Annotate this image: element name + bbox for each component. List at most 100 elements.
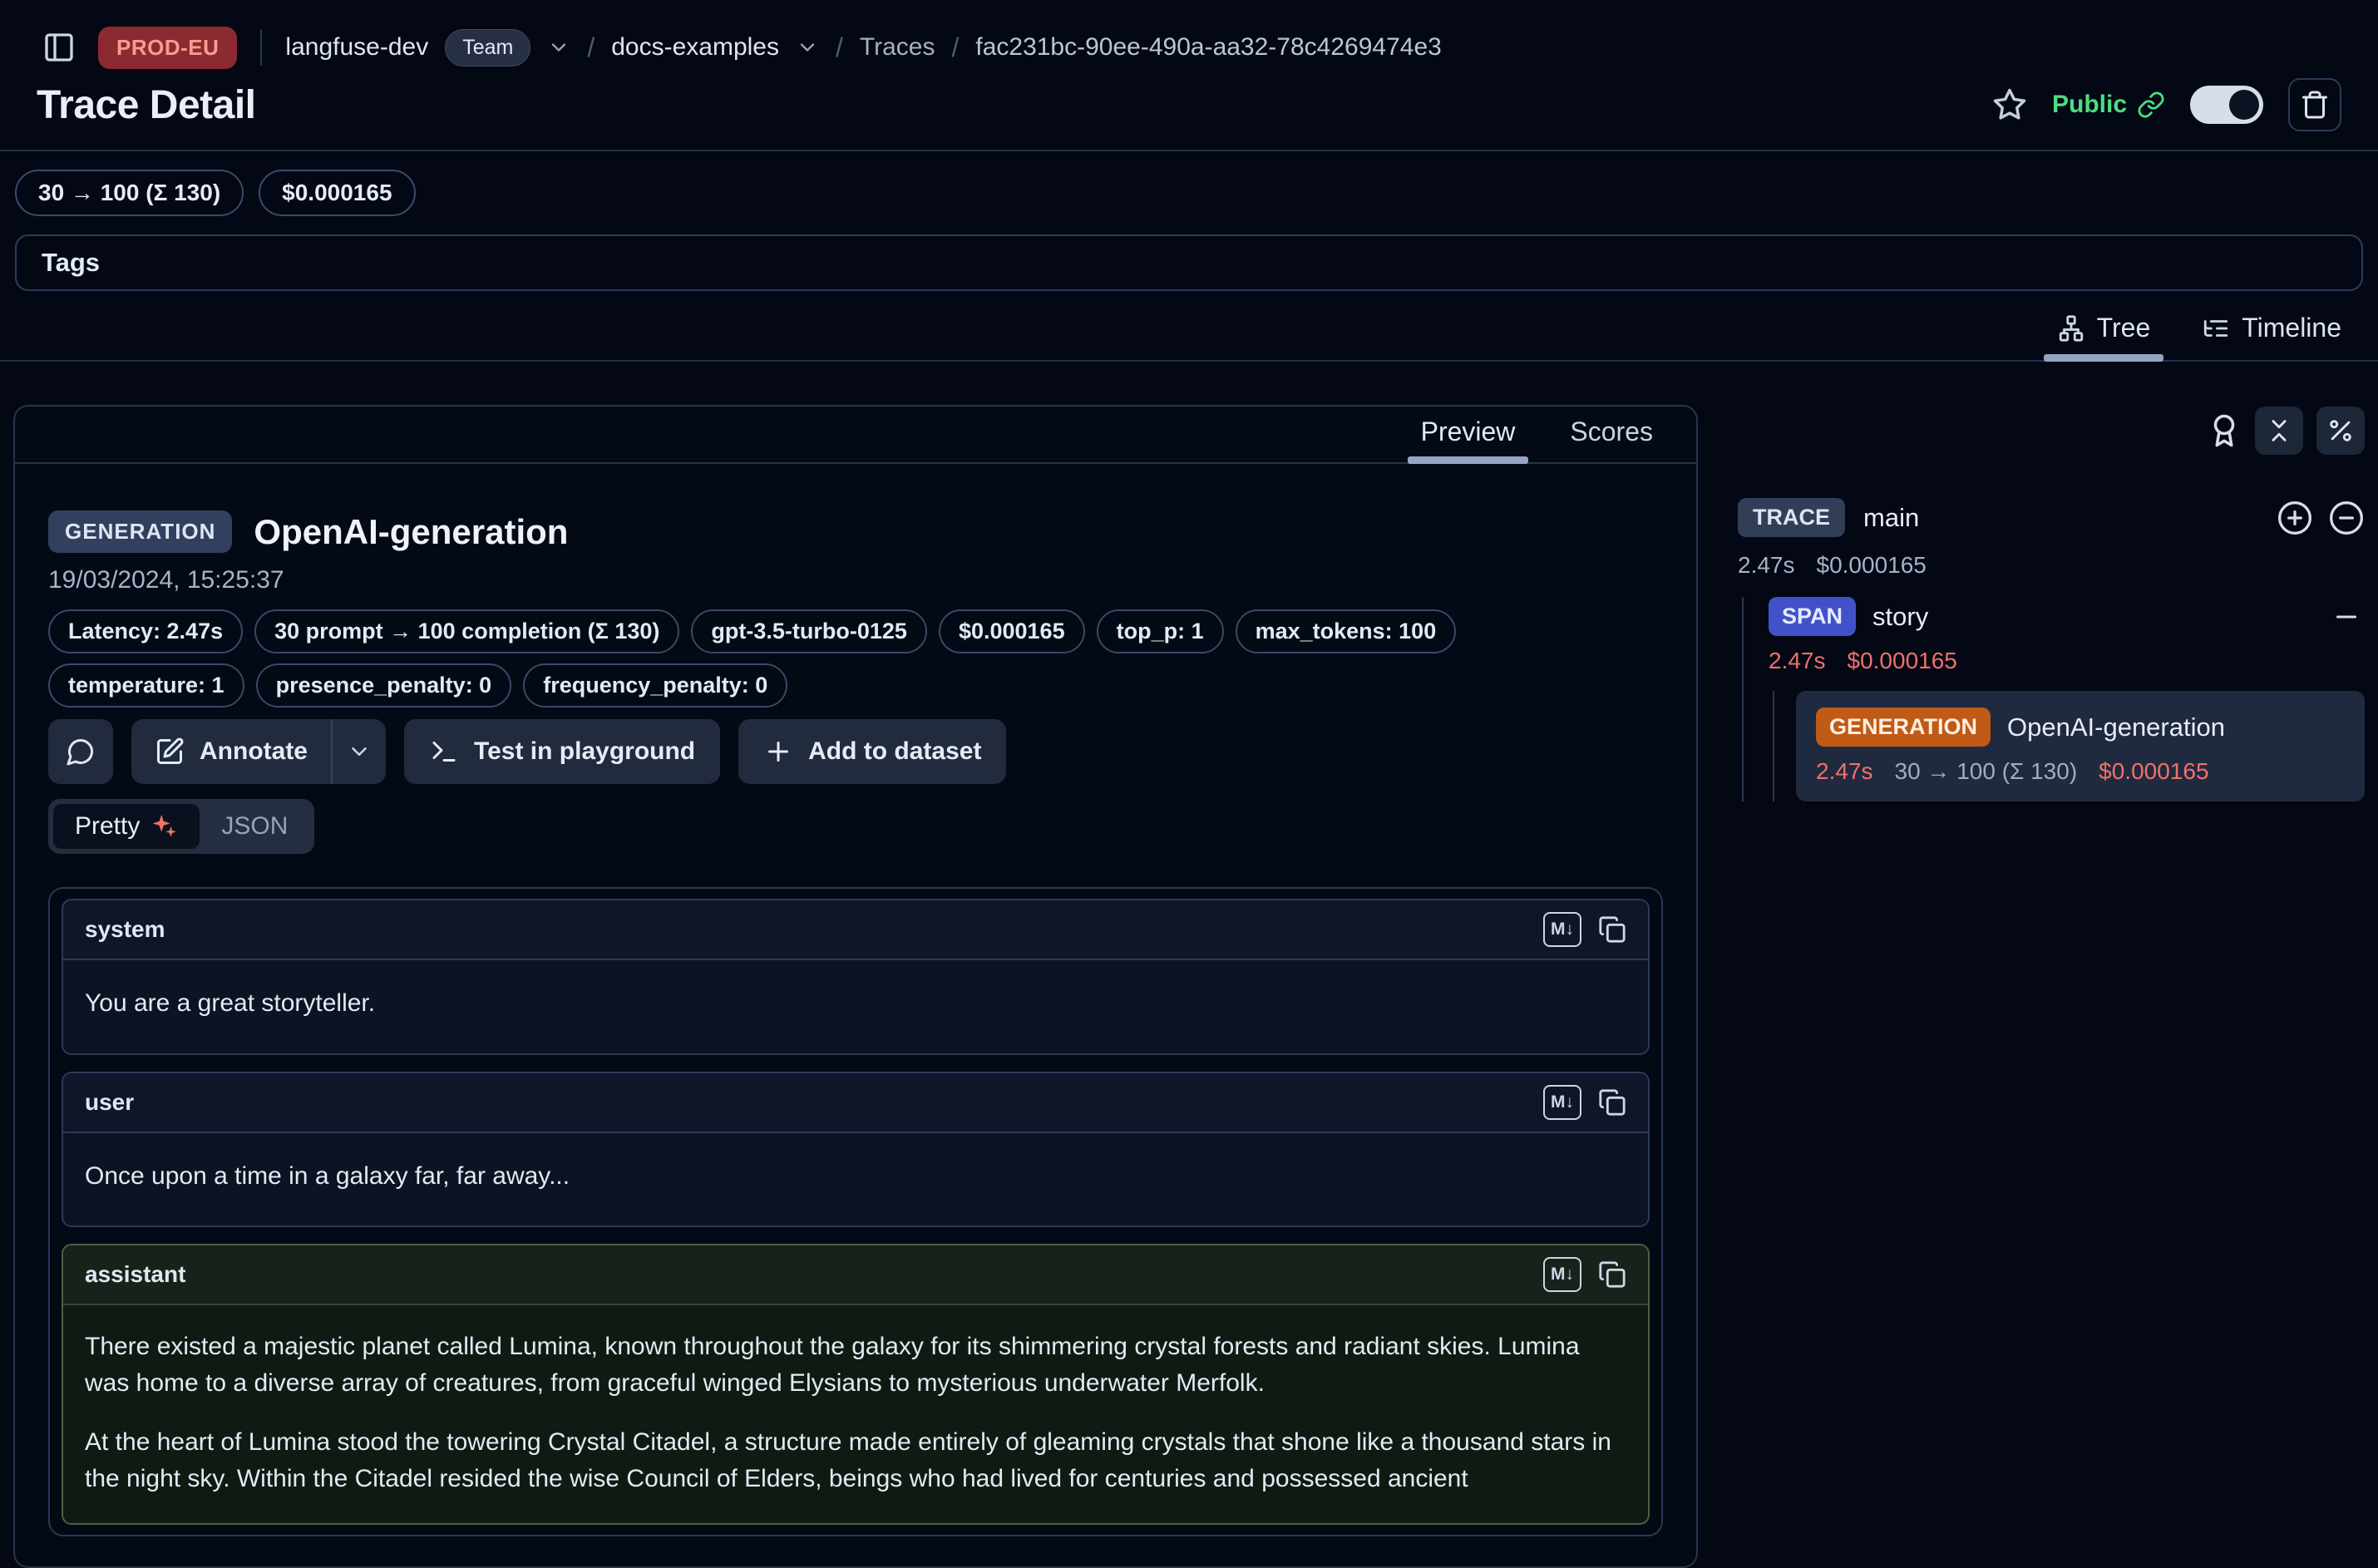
delete-trace-button[interactable] [2288,78,2341,131]
model-badge[interactable]: gpt-3.5-turbo-0125 [691,609,927,653]
trace-cost: $0.000165 [1817,552,1927,579]
cost-badge: $0.000165 [939,609,1085,653]
page-title: Trace Detail [37,82,255,128]
plus-icon [763,737,793,767]
collapse-node-button[interactable] [2331,602,2361,632]
message-header: assistant M↓ [63,1245,1648,1305]
message-role: assistant [85,1261,185,1288]
message-header: system M↓ [63,900,1648,960]
format-json-option[interactable]: JSON [200,804,309,849]
scores-award-button[interactable] [2207,413,2242,448]
comment-icon [66,737,96,767]
message-user: user M↓ Once upon a time in a galaxy far… [62,1072,1650,1228]
generation-cost: $0.000165 [2099,758,2208,785]
terminal-icon [429,737,459,767]
format-pretty-option[interactable]: Pretty [53,804,200,849]
message-header: user M↓ [63,1073,1648,1133]
tree-node-span[interactable]: SPAN story [1744,597,2365,636]
org-chevron-down-icon[interactable] [547,36,570,59]
tab-scores[interactable]: Scores [1548,407,1675,462]
trace-detail-page: PROD-EU langfuse-dev Team / docs-example… [0,0,2378,1568]
span-metrics: 2.47s $0.000165 [1744,648,2365,674]
tree-toolbar [1738,405,2365,456]
panel-left-icon [42,31,76,64]
copy-button[interactable] [1598,1088,1626,1117]
org-type-badge[interactable]: Team [445,29,530,67]
environment-badge: PROD-EU [98,27,237,69]
annotate-button[interactable]: Annotate [131,719,331,784]
format-segmented-control: Pretty JSON [48,799,314,854]
markdown-toggle-icon[interactable]: M↓ [1543,912,1581,947]
tree-node-trace[interactable]: TRACE main [1738,498,2365,537]
message-header-icons: M↓ [1543,912,1626,947]
annotate-label: Annotate [200,737,308,766]
cost-badge: $0.000165 [259,170,415,216]
message-content: You are a great storyteller. [63,960,1648,1053]
trace-summary-badges: 30 → 100 (Σ 130) $0.000165 [0,151,2378,216]
project-chevron-down-icon[interactable] [796,36,819,59]
trace-tree-panel: TRACE main 2.47s $0.000165 SPAN [1738,405,2365,801]
markdown-toggle-icon[interactable]: M↓ [1543,1085,1581,1120]
copy-icon [1598,1260,1626,1289]
trace-metrics: 2.47s $0.000165 [1738,552,2365,579]
copy-button[interactable] [1598,1260,1626,1289]
trash-icon [2300,90,2330,120]
annotate-split-button: Annotate [131,719,386,784]
tab-tree-label: Tree [2097,313,2151,343]
message-system: system M↓ You are a great storyteller. [62,899,1650,1055]
message-content: There existed a majestic planet called L… [63,1305,1648,1523]
test-in-playground-button[interactable]: Test in playground [404,719,720,784]
sparkles-icon [150,812,178,841]
minus-icon [2331,602,2361,632]
breadcrumb-org[interactable]: langfuse-dev [285,33,428,62]
panel-tabs: Preview Scores [15,407,1696,464]
public-link[interactable]: Public [2052,91,2165,119]
collapse-all-button[interactable] [2255,407,2303,455]
zoom-out-button[interactable] [2328,500,2365,536]
sidebar-toggle-button[interactable] [37,25,81,70]
token-usage-badge: 30 prompt → 100 completion (Σ 130) [254,609,679,653]
add-to-dataset-button[interactable]: Add to dataset [738,719,1006,784]
message-assistant: assistant M↓ There existed a majestic pl… [62,1244,1650,1525]
observation-type-badge: GENERATION [48,510,232,553]
copy-button[interactable] [1598,915,1626,944]
breadcrumb-traces[interactable]: Traces [860,33,935,62]
latency-badge: Latency: 2.47s [48,609,243,653]
bookmark-star-button[interactable] [1992,87,2027,122]
public-label: Public [2052,91,2127,119]
annotate-dropdown-button[interactable] [333,719,386,784]
tree-node-generation-selected[interactable]: GENERATION OpenAI-generation 2.47s 30 → … [1796,691,2365,801]
tab-tree[interactable]: Tree [2035,306,2173,360]
observation-timestamp: 19/03/2024, 15:25:37 [48,566,1663,594]
breadcrumb-separator: / [587,32,594,63]
tab-preview[interactable]: Preview [1399,407,1537,462]
main-content: Preview Scores GENERATION OpenAI-generat… [0,405,2378,1568]
observation-header: GENERATION OpenAI-generation [48,510,1663,553]
span-type-badge: SPAN [1769,597,1856,636]
message-content: Once upon a time in a galaxy far, far aw… [63,1133,1648,1226]
public-toggle[interactable] [2190,86,2263,124]
tab-timeline[interactable]: Timeline [2180,306,2363,360]
breadcrumb-trace-id: fac231bc-90ee-490a-aa32-78c4269474e3 [975,33,1441,62]
copy-icon [1598,1088,1626,1117]
message-role: system [85,916,165,943]
span-cost: $0.000165 [1848,648,1957,674]
tags-section[interactable]: Tags [15,234,2363,291]
comment-button[interactable] [48,719,113,784]
presence-penalty-badge: presence_penalty: 0 [256,663,512,708]
breadcrumb-separator: / [951,32,959,63]
trace-children: SPAN story 2.47s $0.000165 GENERATION [1742,597,2365,801]
metrics-percent-button[interactable] [2316,407,2365,455]
breadcrumb-divider [260,29,262,66]
span-children: GENERATION OpenAI-generation 2.47s 30 → … [1773,691,2365,801]
generation-type-badge: GENERATION [1816,708,1991,747]
plus-circle-icon [2277,500,2313,536]
breadcrumb-project[interactable]: docs-examples [611,33,779,62]
zoom-in-button[interactable] [2277,500,2313,536]
observation-name: OpenAI-generation [254,512,568,552]
trace-type-badge: TRACE [1738,498,1845,537]
markdown-toggle-icon[interactable]: M↓ [1543,1257,1581,1292]
tags-label: Tags [42,248,100,277]
observation-actions: Annotate Test in playground Add to data [48,719,1663,784]
format-toggle-row: Pretty JSON [48,799,1663,854]
